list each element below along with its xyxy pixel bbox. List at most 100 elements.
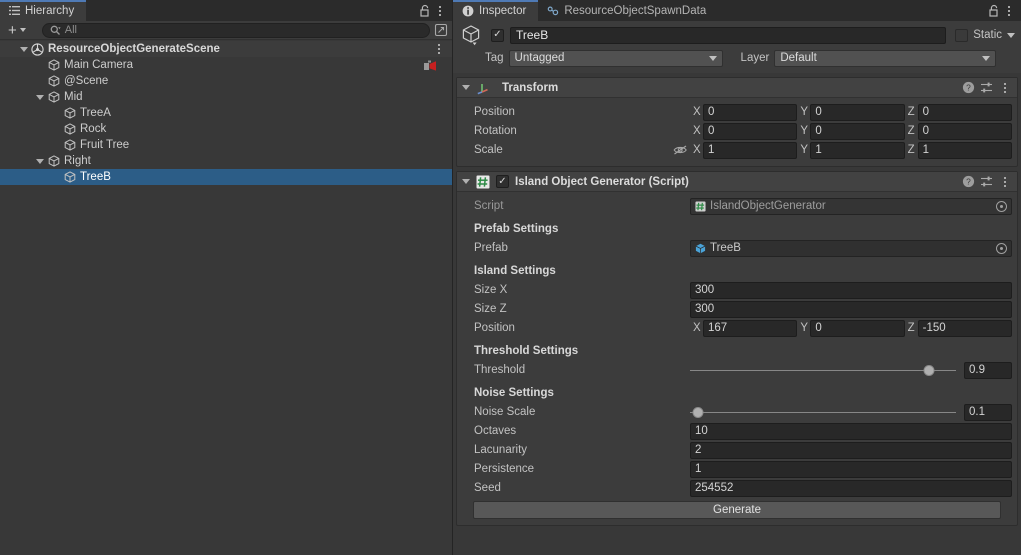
axis-z-label: Z — [907, 322, 915, 334]
hierarchy-item-label: Main Camera — [64, 59, 134, 71]
transform-header[interactable]: Transform ? — [457, 78, 1017, 98]
gameobject-name-row: ✓ TreeB Static — [459, 24, 1015, 46]
noise-scale-input[interactable]: 0.1 — [964, 403, 1012, 421]
unity-editor-window: Hierarchy + All ResourceObjectGenerateSc… — [0, 0, 1021, 555]
hierarchy-item-resourceobjectgeneratescene[interactable]: ResourceObjectGenerateScene — [0, 41, 452, 57]
persistence-input[interactable]: 1 — [690, 460, 1012, 478]
transform-scale-z-input[interactable]: 1 — [917, 141, 1012, 159]
hierarchy-search-input[interactable]: All — [41, 22, 430, 38]
size-x-label: Size X — [474, 284, 508, 296]
slider-track — [690, 369, 956, 371]
island-position-y-input[interactable]: 0 — [810, 319, 905, 337]
transform-scale-row: Scale X 1 Y 1 Z 1 — [457, 141, 1012, 159]
tag-layer-row: Tag Untagged Layer Default — [459, 49, 1015, 67]
noise-scale-slider[interactable] — [690, 404, 956, 420]
octaves-label: Octaves — [474, 425, 517, 437]
size-x-input[interactable]: 300 — [690, 281, 1012, 299]
create-object-button[interactable]: + — [4, 23, 30, 38]
inspector-menu-icon[interactable] — [1002, 3, 1016, 19]
gameobject-active-checkbox[interactable]: ✓ — [491, 28, 504, 42]
hierarchy-item-treea[interactable]: TreeA — [0, 105, 452, 121]
threshold-slider[interactable] — [690, 362, 956, 378]
scene-menu-icon[interactable] — [432, 41, 446, 57]
island-position-z-input[interactable]: -150 — [917, 319, 1012, 337]
static-toggle-group: Static — [952, 28, 1015, 42]
static-dropdown-icon[interactable] — [1007, 32, 1015, 38]
help-icon[interactable]: ? — [962, 175, 975, 188]
object-picker-icon[interactable] — [996, 242, 1007, 254]
axis-x-label: X — [693, 125, 701, 137]
tab-resourceobjectspawndata[interactable]: ResourceObjectSpawnData — [538, 0, 718, 21]
static-checkbox[interactable] — [955, 28, 969, 42]
lacunarity-input[interactable]: 2 — [690, 441, 1012, 459]
generator-menu-icon[interactable] — [998, 174, 1012, 190]
layer-dropdown[interactable]: Default — [774, 49, 997, 67]
hierarchy-menu-icon[interactable] — [433, 3, 447, 19]
island-position-x-input[interactable]: 167 — [703, 319, 798, 337]
octaves-input[interactable]: 10 — [690, 422, 1012, 440]
axis-x-label: X — [693, 322, 701, 334]
tag-dropdown[interactable]: Untagged — [508, 49, 723, 67]
inspector-tabbar: Inspector ResourceObjectSpawnData — [453, 0, 1021, 21]
island-settings-header: Island Settings — [474, 265, 556, 277]
hierarchy-item-mid[interactable]: Mid — [0, 89, 452, 105]
seed-input[interactable]: 254552 — [690, 479, 1012, 497]
foldout-icon[interactable] — [462, 179, 470, 184]
slider-handle[interactable] — [692, 406, 704, 418]
transform-rotation-x-input[interactable]: 0 — [703, 122, 798, 140]
axis-y-label: Y — [800, 106, 808, 118]
tab-inspector[interactable]: Inspector — [453, 0, 539, 21]
transform-scale-y-input[interactable]: 1 — [810, 141, 905, 159]
axis-y-label: Y — [800, 125, 808, 137]
prefab-value: TreeB — [710, 242, 741, 254]
prefab-objectfield[interactable]: TreeB — [690, 239, 1012, 257]
generator-enabled-checkbox[interactable]: ✓ — [496, 175, 509, 188]
transform-menu-icon[interactable] — [998, 80, 1012, 96]
hierarchy-tree[interactable]: ResourceObjectGenerateScene Main Camera @S… — [0, 40, 452, 555]
hierarchy-item-main-camera[interactable]: Main Camera — [0, 57, 452, 73]
hierarchy-item-rock[interactable]: Rock — [0, 121, 452, 137]
slider-track — [690, 411, 956, 413]
transform-rotation-y-input[interactable]: 0 — [810, 122, 905, 140]
expand-window-icon[interactable] — [434, 23, 448, 37]
hierarchy-item-label: @Scene — [64, 75, 109, 87]
preset-icon[interactable] — [980, 175, 993, 188]
transform-scale-x-input[interactable]: 1 — [703, 141, 798, 159]
help-icon[interactable]: ? — [962, 81, 975, 94]
tab-hierarchy[interactable]: Hierarchy — [0, 0, 87, 21]
transform-rotation-label: Rotation — [474, 125, 517, 137]
hierarchy-item--scene[interactable]: @Scene — [0, 73, 452, 89]
size-x-row: Size X 300 — [457, 281, 1012, 299]
transform-position-label: Position — [474, 106, 515, 118]
transform-rotation-z-input[interactable]: 0 — [917, 122, 1012, 140]
preset-icon[interactable] — [980, 81, 993, 94]
script-row: Script IslandObjectGenerator — [457, 197, 1012, 215]
lock-icon[interactable] — [988, 4, 1000, 18]
transform-position-y-input[interactable]: 0 — [810, 103, 905, 121]
foldout-icon[interactable] — [34, 94, 46, 100]
foldout-icon[interactable] — [462, 85, 470, 90]
size-z-input[interactable]: 300 — [690, 300, 1012, 318]
constrain-proportions-off-icon[interactable] — [670, 144, 690, 156]
hierarchy-tabbar-icons — [419, 0, 452, 21]
transform-position-z-input[interactable]: 0 — [917, 103, 1012, 121]
gameobject-cube-icon — [459, 24, 485, 46]
foldout-icon[interactable] — [34, 158, 46, 164]
lock-icon[interactable] — [419, 4, 431, 18]
foldout-icon[interactable] — [18, 46, 30, 52]
prefab-label: Prefab — [474, 242, 508, 254]
hierarchy-item-fruit-tree[interactable]: Fruit Tree — [0, 137, 452, 153]
generator-header[interactable]: ✓ Island Object Generator (Script) ? — [457, 172, 1017, 192]
hierarchy-item-right[interactable]: Right — [0, 153, 452, 169]
generator-title: Island Object Generator (Script) — [515, 175, 689, 188]
slider-handle[interactable] — [923, 364, 935, 376]
chevron-down-icon — [982, 55, 991, 61]
gameobject-name-input[interactable]: TreeB — [510, 26, 947, 44]
script-value: IslandObjectGenerator — [710, 200, 826, 212]
transform-position-x-input[interactable]: 0 — [703, 103, 798, 121]
hierarchy-item-treeb[interactable]: TreeB — [0, 169, 452, 185]
size-z-label: Size Z — [474, 303, 507, 315]
generate-button[interactable]: Generate — [473, 501, 1001, 519]
threshold-slider-group: 0.9 — [690, 361, 1012, 379]
threshold-input[interactable]: 0.9 — [964, 361, 1012, 379]
